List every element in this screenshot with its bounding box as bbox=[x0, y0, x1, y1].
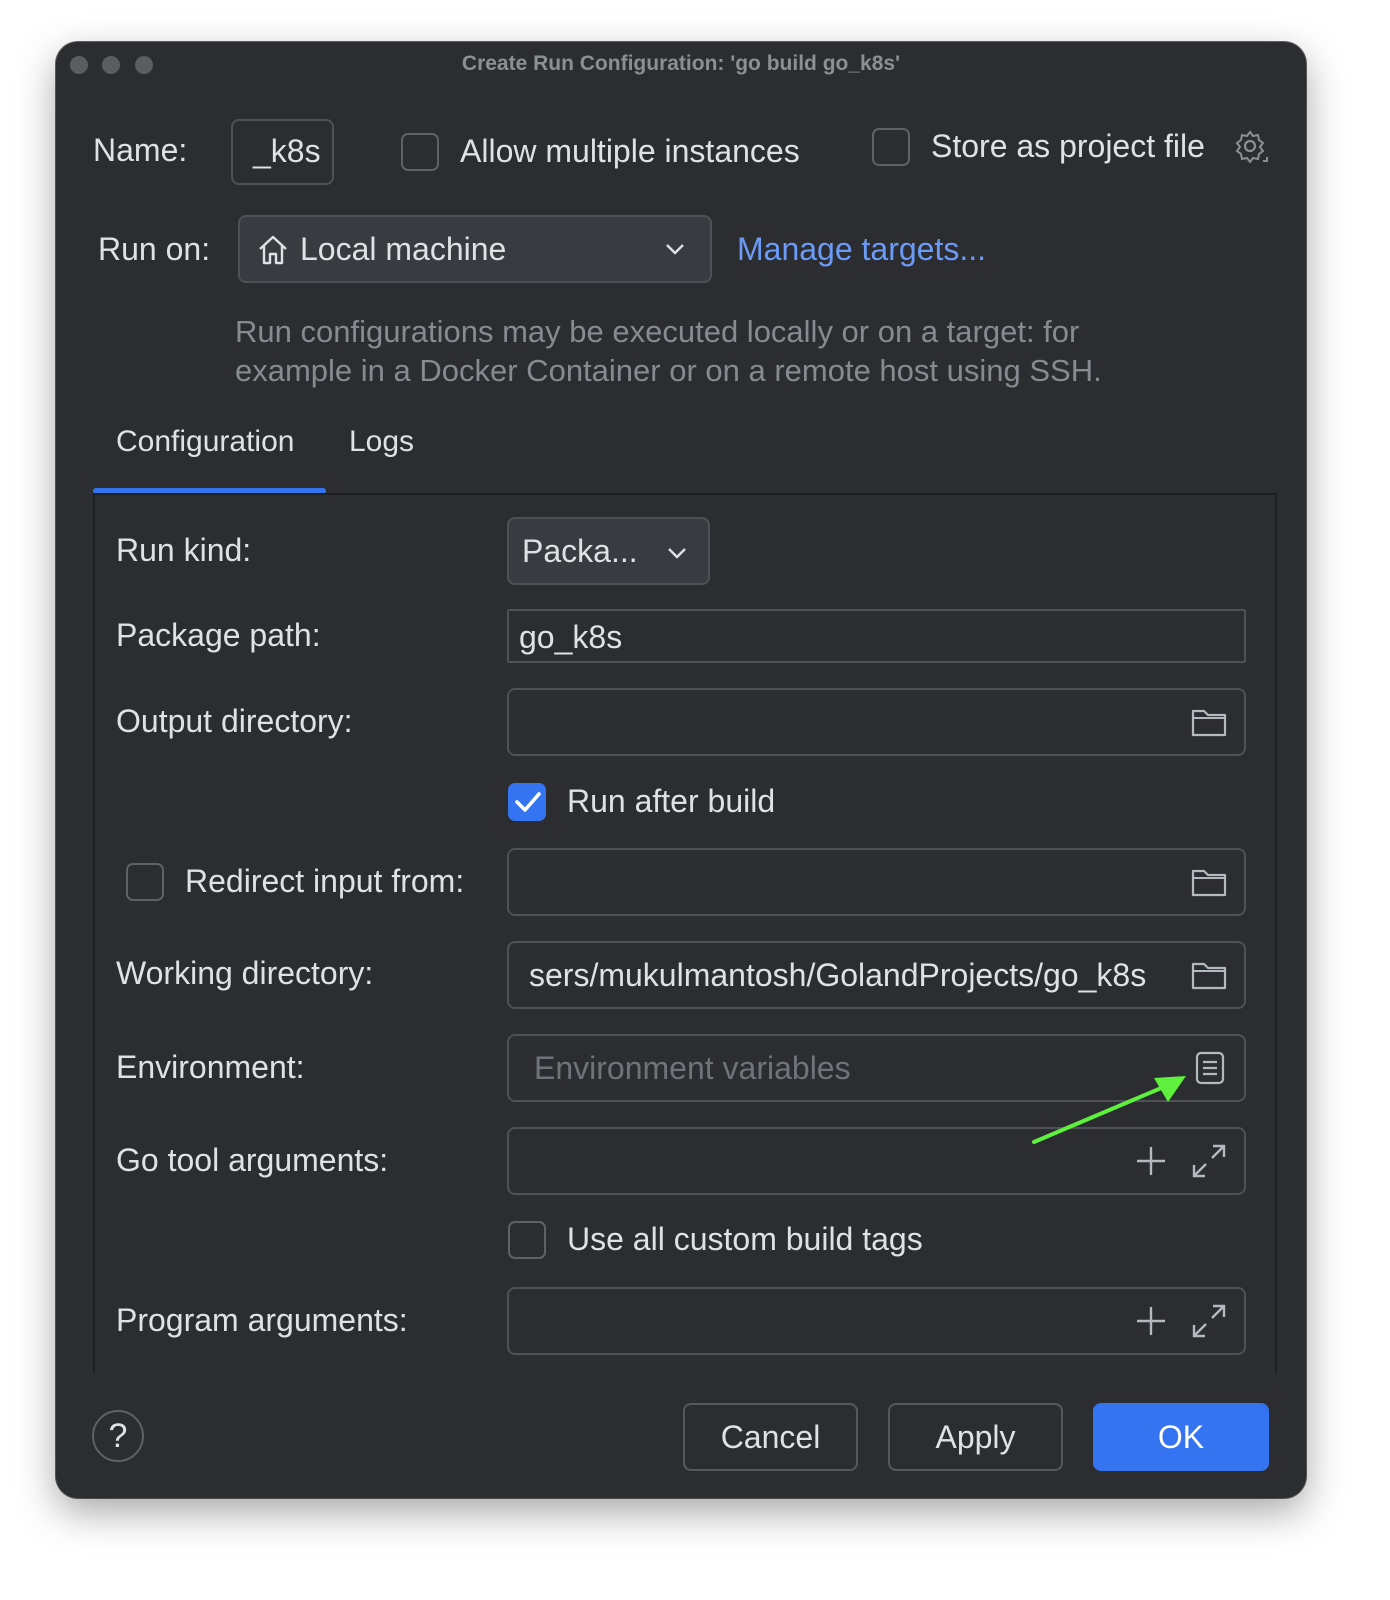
tab-configuration[interactable]: Configuration bbox=[116, 425, 294, 459]
run-on-label: Run on: bbox=[98, 231, 211, 267]
run-kind-label: Run kind: bbox=[116, 532, 252, 568]
run-on-hint-line2: example in a Docker Container or on a re… bbox=[235, 353, 1102, 388]
store-project-label: Store as project file bbox=[931, 128, 1205, 164]
home-icon bbox=[256, 233, 290, 267]
program-args-label: Program arguments: bbox=[116, 1302, 408, 1338]
run-kind-value: Packa... bbox=[522, 533, 638, 569]
redirect-input-checkbox[interactable] bbox=[126, 863, 164, 901]
name-label: Name: bbox=[93, 132, 188, 168]
window-title: Create Run Configuration: 'go build go_k… bbox=[461, 52, 901, 75]
environment-label: Environment: bbox=[116, 1049, 305, 1085]
run-after-build-label: Run after build bbox=[567, 783, 776, 819]
working-dir-value: sers/mukulmantosh/GolandProjects/go_k8s bbox=[529, 957, 1147, 993]
chevron-down-icon bbox=[664, 241, 686, 257]
working-dir-input[interactable]: sers/mukulmantosh/GolandProjects/go_k8s bbox=[507, 941, 1246, 1009]
store-project-checkbox[interactable] bbox=[872, 128, 910, 166]
run-on-hint-line1: Run configurations may be executed local… bbox=[235, 314, 1080, 349]
go-tool-args-label: Go tool arguments: bbox=[116, 1142, 389, 1178]
allow-multiple-checkbox[interactable] bbox=[401, 133, 439, 171]
package-path-input[interactable]: go_k8s bbox=[507, 609, 1246, 663]
folder-icon[interactable] bbox=[1191, 867, 1227, 897]
output-dir-label: Output directory: bbox=[116, 703, 353, 739]
folder-icon[interactable] bbox=[1191, 960, 1227, 990]
package-path-value: go_k8s bbox=[519, 619, 623, 655]
name-value: _k8s bbox=[253, 133, 321, 169]
run-on-dropdown[interactable]: Local machine bbox=[238, 215, 712, 283]
allow-multiple-label: Allow multiple instances bbox=[460, 133, 800, 169]
expand-icon[interactable] bbox=[1191, 1303, 1227, 1339]
run-config-dialog: Create Run Configuration: 'go build go_k… bbox=[56, 42, 1306, 1498]
tab-logs[interactable]: Logs bbox=[349, 425, 414, 459]
redirect-input-field[interactable] bbox=[507, 848, 1246, 916]
custom-build-tags-checkbox[interactable] bbox=[508, 1221, 546, 1259]
run-on-value: Local machine bbox=[300, 231, 507, 267]
run-kind-dropdown[interactable]: Packa... bbox=[507, 517, 710, 585]
checkmark-icon bbox=[514, 790, 542, 814]
annotation-arrow bbox=[1026, 1062, 1206, 1152]
program-args-input[interactable] bbox=[507, 1287, 1246, 1355]
gear-icon[interactable] bbox=[1233, 129, 1269, 165]
working-dir-label: Working directory: bbox=[116, 955, 374, 991]
chevron-down-icon bbox=[666, 545, 688, 561]
package-path-label: Package path: bbox=[116, 617, 321, 653]
output-dir-input[interactable] bbox=[507, 688, 1246, 756]
redirect-input-label: Redirect input from: bbox=[185, 863, 465, 899]
name-input[interactable]: _k8s bbox=[231, 119, 334, 185]
ok-button[interactable]: OK bbox=[1093, 1403, 1269, 1471]
apply-button[interactable]: Apply bbox=[888, 1403, 1063, 1471]
plus-icon[interactable] bbox=[1135, 1305, 1167, 1337]
folder-icon[interactable] bbox=[1191, 707, 1227, 737]
manage-targets-link[interactable]: Manage targets... bbox=[737, 231, 986, 268]
custom-build-tags-label: Use all custom build tags bbox=[567, 1221, 923, 1257]
cancel-button[interactable]: Cancel bbox=[683, 1403, 858, 1471]
environment-placeholder: Environment variables bbox=[534, 1050, 851, 1086]
help-button[interactable]: ? bbox=[92, 1410, 144, 1462]
run-after-build-checkbox[interactable] bbox=[508, 783, 546, 821]
